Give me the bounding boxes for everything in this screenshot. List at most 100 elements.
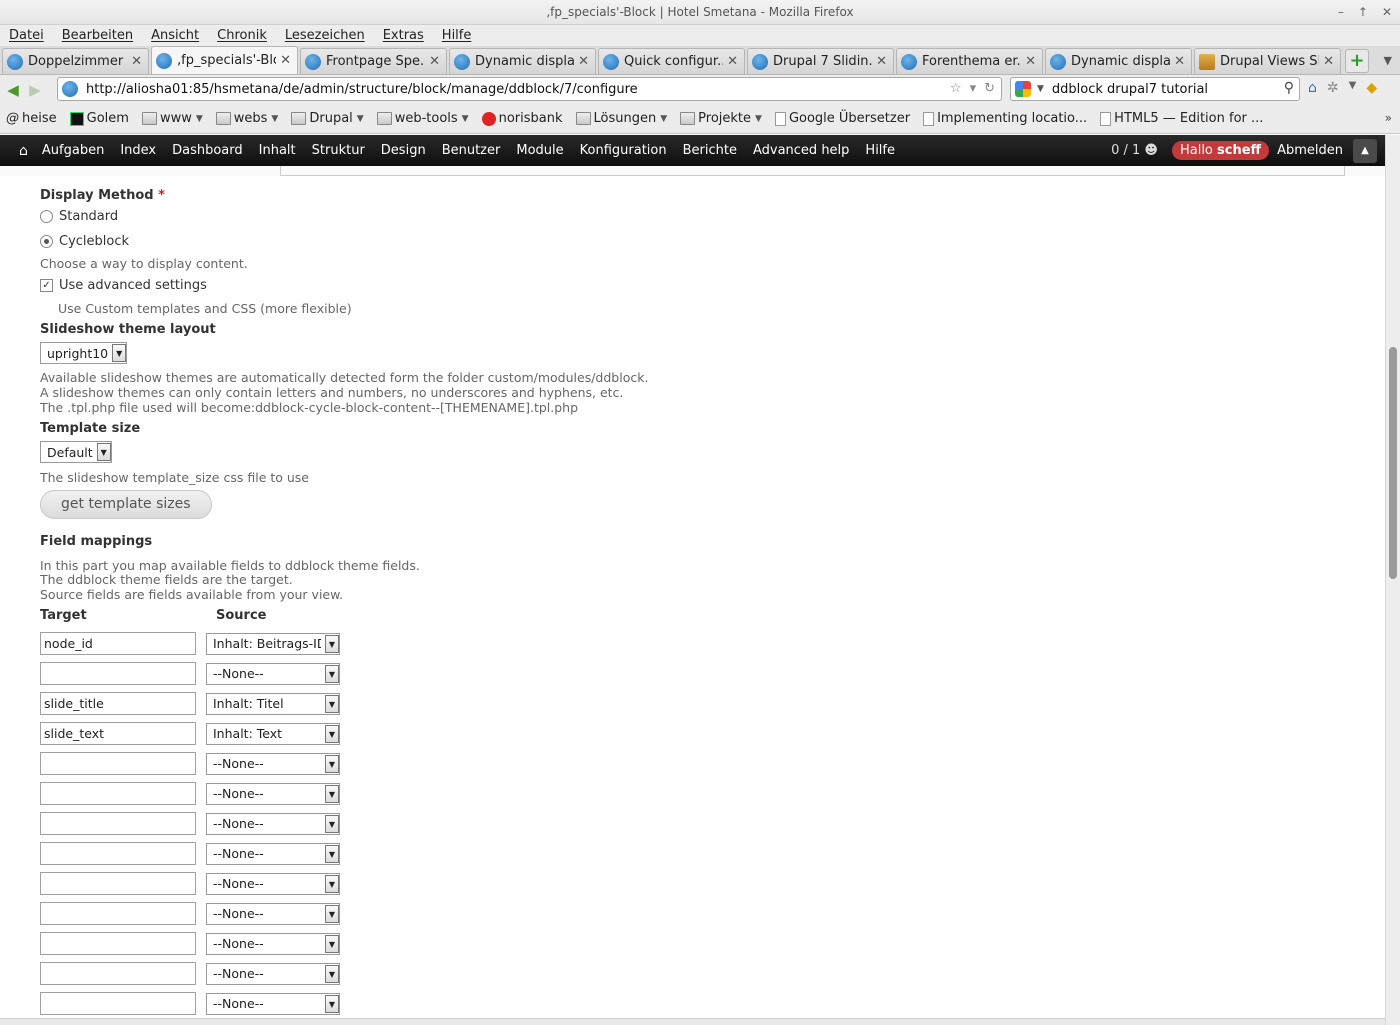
source-field-select[interactable]: --None-- ▼ [206, 872, 340, 895]
toolbar-item-dashboard[interactable]: Dashboard [172, 143, 243, 158]
template-size-select[interactable]: Default ▼ [40, 441, 112, 463]
back-button[interactable]: ◀ [2, 81, 24, 99]
menu-lesezeichen[interactable]: Lesezeichen [285, 28, 365, 43]
toolbar-item-inhalt[interactable]: Inhalt [259, 143, 296, 158]
browser-tab[interactable]: Quick configur... ✕ [598, 48, 745, 74]
search-engine-dropdown-icon[interactable]: ▼ [1037, 84, 1044, 94]
toolbar-item-benutzer[interactable]: Benutzer [442, 143, 501, 158]
menu-datei[interactable]: Datei [9, 28, 44, 43]
source-field-select[interactable]: --None-- ▼ [206, 752, 340, 775]
target-field-input[interactable] [40, 902, 196, 925]
browser-tab[interactable]: Doppelzimmer ...✕ [2, 48, 149, 74]
bookmark-folder-webs[interactable]: webs ▼ [215, 111, 278, 126]
target-field-input[interactable] [40, 992, 196, 1015]
bookmark-folder-www[interactable]: www ▼ [141, 111, 203, 126]
target-field-input[interactable]: slide_title [40, 692, 196, 715]
tab-close-icon[interactable]: ✕ [1323, 54, 1334, 69]
bookmark-implementing[interactable]: Implementing locatio... [923, 111, 1087, 126]
tab-close-icon[interactable]: ✕ [1174, 54, 1185, 69]
source-field-select[interactable]: --None-- ▼ [206, 902, 340, 925]
radio-standard[interactable]: Standard [40, 209, 118, 224]
toolbar-item-advanced-help[interactable]: Advanced help [753, 143, 849, 158]
bookmark-star-icon[interactable]: ☆ [950, 81, 962, 96]
bookmark-folder-drupal[interactable]: Drupal ▼ [291, 111, 364, 126]
menu-chronik[interactable]: Chronik [217, 28, 267, 43]
bookmark-golem[interactable]: Golem [69, 111, 129, 126]
browser-tab[interactable]: Dynamic displa...✕ [449, 48, 596, 74]
tab-close-icon[interactable]: ✕ [1025, 54, 1036, 69]
browser-tab[interactable]: Drupal Views Sl...✕ [1194, 48, 1341, 74]
target-field-input[interactable] [40, 782, 196, 805]
bookmark-html5[interactable]: HTML5 — Edition for ... [1100, 111, 1263, 126]
target-field-input[interactable]: node_id [40, 632, 196, 655]
tab-close-icon[interactable]: ✕ [280, 53, 291, 68]
target-field-input[interactable]: slide_text [40, 722, 196, 745]
bookmark-norisbank[interactable]: norisbank [481, 111, 563, 126]
target-field-input[interactable] [40, 842, 196, 865]
home-icon[interactable]: ⌂ [1308, 80, 1317, 96]
addon-icon[interactable]: ✲ [1327, 80, 1339, 96]
toolbar-item-hilfe[interactable]: Hilfe [865, 143, 895, 158]
bookmark-folder-projekte[interactable]: Projekte ▼ [680, 111, 762, 126]
theme-layout-select[interactable]: upright10 ▼ [40, 342, 128, 364]
target-field-input[interactable] [40, 962, 196, 985]
source-field-select[interactable]: Inhalt: Beitrags-ID ▼ [206, 632, 340, 655]
source-field-select[interactable]: --None-- ▼ [206, 812, 340, 835]
toolbar-item-module[interactable]: Module [516, 143, 563, 158]
menu-dropdown-icon[interactable]: ▼ [1349, 80, 1357, 96]
tab-list-icon[interactable]: ▼ [1384, 54, 1392, 67]
toolbar-item-berichte[interactable]: Berichte [683, 143, 737, 158]
minimize-icon[interactable]: – [1338, 0, 1344, 25]
target-field-input[interactable] [40, 662, 196, 685]
toolbar-item-aufgaben[interactable]: Aufgaben [42, 143, 104, 158]
maximize-icon[interactable]: ↑ [1358, 0, 1368, 25]
fish-icon[interactable]: ◆ [1366, 80, 1377, 96]
source-field-select[interactable]: --None-- ▼ [206, 782, 340, 805]
radio-cycleblock[interactable]: Cycleblock [40, 234, 129, 249]
page-scrollbar[interactable] [1385, 135, 1400, 1025]
toolbar-item-design[interactable]: Design [381, 143, 426, 158]
source-field-select[interactable]: --None-- ▼ [206, 992, 340, 1015]
checkbox-checked-icon[interactable]: ✓ [40, 279, 53, 292]
bookmarks-overflow-icon[interactable]: » [1385, 111, 1392, 125]
search-icon[interactable]: ⚲ [1284, 80, 1294, 96]
browser-tab[interactable]: Dynamic displa...✕ [1045, 48, 1192, 74]
google-icon[interactable] [1015, 81, 1031, 97]
toolbar-item-index[interactable]: Index [120, 143, 156, 158]
toolbar-item-struktur[interactable]: Struktur [312, 143, 365, 158]
close-icon[interactable]: ✕ [1382, 0, 1392, 25]
new-tab-button[interactable]: + [1345, 49, 1369, 73]
radio-button-selected[interactable] [40, 235, 53, 248]
toolbar-item-konfiguration[interactable]: Konfiguration [580, 143, 667, 158]
search-bar[interactable]: ▼ ddblock drupal7 tutorial ⚲ [1010, 77, 1300, 101]
bookmark-google-uebersetzer[interactable]: Google Übersetzer [774, 111, 910, 126]
target-field-input[interactable] [40, 812, 196, 835]
url-text[interactable]: http://aliosha01:85/hsmetana/de/admin/st… [86, 82, 638, 97]
browser-tab[interactable]: Frontpage Spe... ✕ [300, 48, 447, 74]
url-bar[interactable]: http://aliosha01:85/hsmetana/de/admin/st… [57, 77, 1002, 101]
menu-extras[interactable]: Extras [383, 28, 424, 43]
radio-button[interactable] [40, 210, 53, 223]
bookmark-folder-loesungen[interactable]: Lösungen ▼ [575, 111, 667, 126]
url-history-dropdown-icon[interactable]: ▾ [970, 81, 977, 96]
target-field-input[interactable] [40, 932, 196, 955]
scrollbar-thumb[interactable] [1389, 347, 1397, 579]
source-field-select[interactable]: --None-- ▼ [206, 932, 340, 955]
source-field-select[interactable]: Inhalt: Titel ▼ [206, 692, 340, 715]
tab-close-icon[interactable]: ✕ [131, 54, 142, 69]
bookmark-folder-web-tools[interactable]: web-tools ▼ [376, 111, 469, 126]
toolbar-toggle-icon[interactable]: ▲ [1353, 138, 1377, 163]
advanced-settings-checkbox[interactable]: ✓ Use advanced settings [40, 278, 207, 293]
tab-close-icon[interactable]: ✕ [578, 54, 589, 69]
get-template-sizes-button[interactable]: get template sizes [40, 490, 212, 519]
source-field-select[interactable]: --None-- ▼ [206, 842, 340, 865]
menu-hilfe[interactable]: Hilfe [442, 28, 472, 43]
search-input[interactable]: ddblock drupal7 tutorial [1052, 82, 1208, 97]
browser-tab[interactable]: Drupal 7 Slidin... ✕ [747, 48, 894, 74]
tab-close-icon[interactable]: ✕ [876, 54, 887, 69]
target-field-input[interactable] [40, 752, 196, 775]
menu-bearbeiten[interactable]: Bearbeiten [62, 28, 133, 43]
forward-button[interactable]: ▶ [24, 81, 46, 99]
reload-icon[interactable]: ↻ [984, 81, 995, 96]
tab-close-icon[interactable]: ✕ [727, 54, 738, 69]
